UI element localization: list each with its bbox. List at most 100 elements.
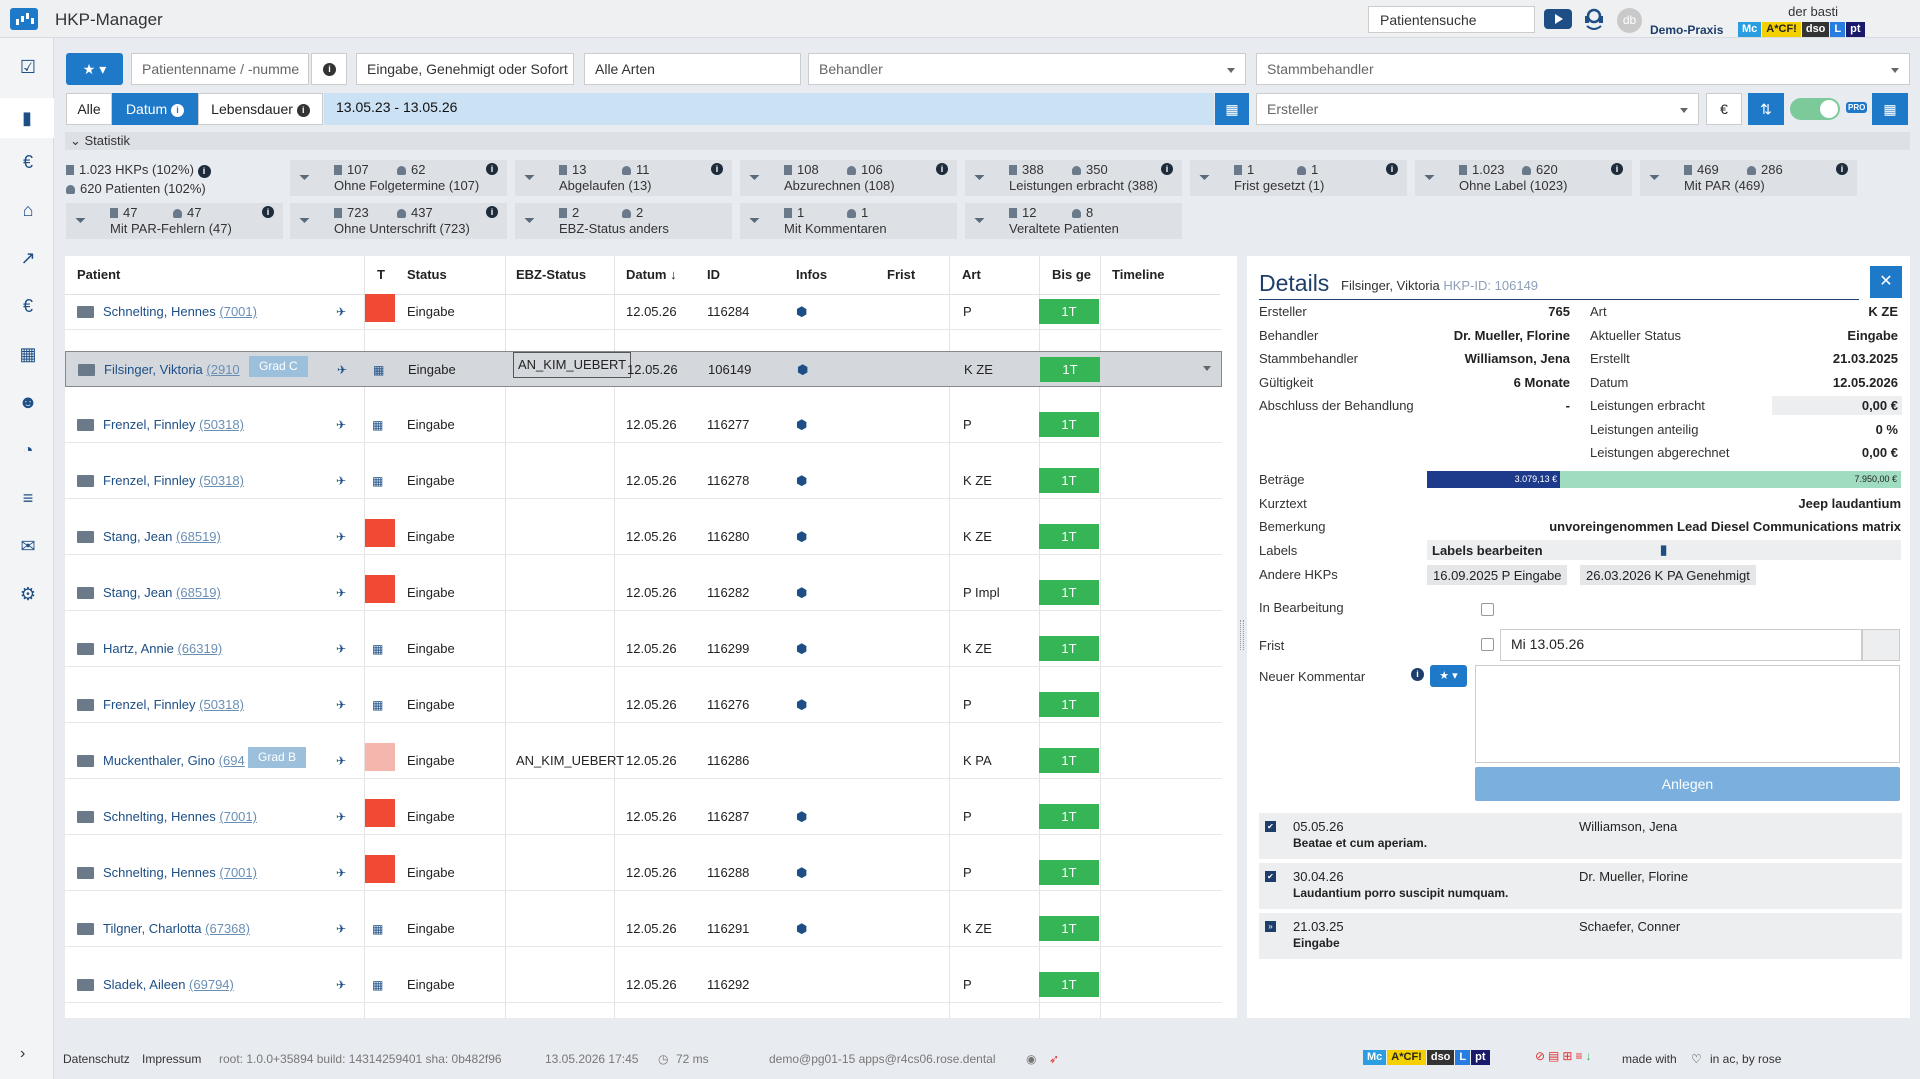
app-logo-icon[interactable] [10,8,38,30]
bis-badge[interactable]: 1T [1039,299,1099,324]
patient-card-icon[interactable] [77,306,94,318]
close-details-button[interactable]: ✕ [1870,266,1902,298]
patient-name-link[interactable]: Schnelting, Hennes (7001) [103,855,257,891]
send-plane-icon[interactable]: ✈ [336,519,346,555]
datenschutz-link[interactable]: Datenschutz [63,1052,130,1066]
send-plane-icon[interactable]: ✈ [336,911,346,947]
stat-card[interactable]: ⏷ 388 350 Leistungen erbracht (388) i [965,160,1182,196]
patient-name-link[interactable]: Stang, Jean (68519) [103,575,221,611]
table-row[interactable]: Stang, Jean (68519) ✈ Eingabe 12.05.26 11628… [65,575,1222,611]
table-row[interactable]: Frenzel, Finnley (50318) ✈ ▦ Eingabe 12.05.2… [65,407,1222,443]
info-icon[interactable]: i [1386,163,1398,175]
info-icon[interactable]: i [486,206,498,218]
col-header-status[interactable]: Status [407,256,447,294]
sort-button[interactable]: ⇅ [1748,93,1784,125]
status-filter-input[interactable]: Eingabe, Genehmigt oder Sofort [356,53,574,85]
stat-card[interactable]: ⏷ 107 62 Ohne Folgetermine (107) i [290,160,507,196]
patient-name-link[interactable]: Schnelting, Hennes (7001) [103,294,257,330]
send-plane-icon[interactable]: ✈ [336,407,346,443]
patient-card-icon[interactable] [77,587,94,599]
table-row[interactable]: Sladek, Aileen (69794) ✈ ▦ Eingabe 12.05.26 1… [65,967,1222,1003]
comment-item[interactable]: ✔ 30.04.26 Dr. Mueller, Florine Laudantium … [1259,863,1902,909]
stat-card[interactable]: ⏷ 723 437 Ohne Unterschrift (723) i [290,203,507,239]
stat-card[interactable]: ⏷ 12 8 Veraltete Patienten [965,203,1182,239]
patient-card-icon[interactable] [78,364,95,376]
col-header-t[interactable]: T [377,256,385,294]
stat-card[interactable]: ⏷ 469 286 Mit PAR (469) i [1640,160,1857,196]
art-filter-input[interactable]: Alle Arten [584,53,801,85]
info-icon[interactable]: i [1411,668,1424,681]
panel-resize-handle[interactable] [1240,620,1244,650]
comment-item[interactable]: ✔ 05.05.26 Williamson, Jena Beatae et cum a… [1259,813,1902,859]
bis-badge[interactable]: 1T [1039,524,1099,549]
calendar-icon[interactable]: ▦ [17,343,39,365]
tags-icon[interactable]: ⬢ [796,799,807,835]
send-plane-icon[interactable]: ✈ [336,294,346,330]
favorites-star-button[interactable]: ★ ▾ [66,53,123,85]
bis-badge[interactable]: 1T [1039,636,1099,661]
send-plane-icon[interactable]: ✈ [336,575,346,611]
col-header-timeline[interactable]: Timeline [1112,256,1165,294]
frist-checkbox[interactable] [1481,638,1494,651]
col-header-datum[interactable]: Datum ↓ [626,256,677,294]
bis-badge[interactable]: 1T [1039,916,1099,941]
sidebar-expand-chevron-icon[interactable]: › [20,1045,25,1063]
bis-badge[interactable]: 1T [1039,468,1099,493]
patient-name-link[interactable]: Hartz, Annie (66319) [103,631,222,667]
other-hkp-chip[interactable]: 26.03.2026 K PA Genehmigt [1580,565,1756,585]
frist-calendar-button[interactable] [1862,629,1900,661]
bis-badge[interactable]: 1T [1039,748,1099,773]
patient-name-input[interactable]: Patientenname / -numme [131,53,309,85]
send-plane-icon[interactable]: ✈ [336,463,346,499]
date-range-field[interactable]: 13.05.23 - 13.05.26 [324,93,1214,125]
col-header-frist[interactable]: Frist [887,256,915,294]
patient-card-icon[interactable] [77,811,94,823]
table-row[interactable]: Schnelting, Hennes (7001) ✈ Eingabe 12.05.2… [65,799,1222,835]
info-icon[interactable]: i [711,163,723,175]
labels-edit-button[interactable]: Labels bearbeiten ▮ [1427,540,1901,560]
tags-icon[interactable]: ⬢ [796,687,807,723]
rocket-icon[interactable]: ➶ [1049,1052,1059,1066]
patient-card-icon[interactable] [77,979,94,991]
patient-card-icon[interactable] [77,699,94,711]
patient-card-icon[interactable] [77,419,94,431]
bis-badge[interactable]: 1T [1039,580,1099,605]
patient-name-link[interactable]: Stang, Jean (68519) [103,519,221,555]
calendar-picker-button[interactable]: ▦ [1215,93,1249,125]
info-icon[interactable]: i [936,163,948,175]
database-icon[interactable]: ≡ [17,487,39,509]
table-row[interactable]: Schnelting, Hennes (7001) ✈ Eingabe 12.05.2… [65,294,1222,330]
bis-badge[interactable]: 1T [1039,692,1099,717]
patient-search-input[interactable]: Patientensuche [1368,6,1535,33]
mail-icon[interactable]: ✉ [17,535,39,557]
comment-star-button[interactable]: ★ ▾ [1430,665,1467,687]
table-row[interactable]: Stang, Jean (68519) ✈ Eingabe 12.05.26 11628… [65,519,1222,555]
stat-card[interactable]: ⏷ 1 1 Mit Kommentaren [740,203,957,239]
col-header-ebz-status[interactable]: EBZ-Status [516,256,586,294]
col-header-art[interactable]: Art [962,256,981,294]
col-header-bis[interactable]: Bis ge [1052,256,1091,294]
stat-card[interactable]: ⏷ 108 106 Abzurechnen (108) i [740,160,957,196]
table-row[interactable]: Frenzel, Finnley (50318) ✈ ▦ Eingabe 12.05.2… [65,687,1222,723]
patient-name-link[interactable]: Muckenthaler, Gino (694 [103,743,245,779]
send-plane-icon[interactable]: ✈ [337,352,347,388]
table-row[interactable]: Muckenthaler, Gino (694 Grad B ✈ Eingabe AN_… [65,743,1222,779]
tab-lebensdauer[interactable]: Lebensdauer i [198,93,323,125]
table-row[interactable]: Frenzel, Finnley (50318) ✈ ▦ Eingabe 12.05.2… [65,463,1222,499]
stat-card[interactable]: ⏷ 13 11 Abgelaufen (13) i [515,160,732,196]
stat-card[interactable]: ⏷ 47 47 Mit PAR-Fehlern (47) i [66,203,283,239]
behandler-select[interactable]: Behandler [808,53,1246,85]
comment-textarea[interactable] [1475,665,1900,763]
stat-card[interactable]: ⏷ 1.023 620 Ohne Label (1023) i [1415,160,1632,196]
impressum-link[interactable]: Impressum [142,1052,201,1066]
patient-name-link[interactable]: Schnelting, Hennes (7001) [103,799,257,835]
eye-icon[interactable]: ◉ [1026,1052,1036,1066]
name-info-button[interactable]: i [311,53,347,85]
info-icon[interactable]: i [1611,163,1623,175]
ersteller-select[interactable]: Ersteller [1256,93,1699,125]
info-icon[interactable]: i [1161,163,1173,175]
practice-name[interactable]: Demo-Praxis [1650,23,1723,37]
patient-name-link[interactable]: Sladek, Aileen (69794) [103,967,234,1003]
comment-item[interactable]: » 21.03.25 Schaefer, Conner Eingabe [1259,913,1902,959]
home-icon[interactable]: ⌂ [17,199,39,221]
